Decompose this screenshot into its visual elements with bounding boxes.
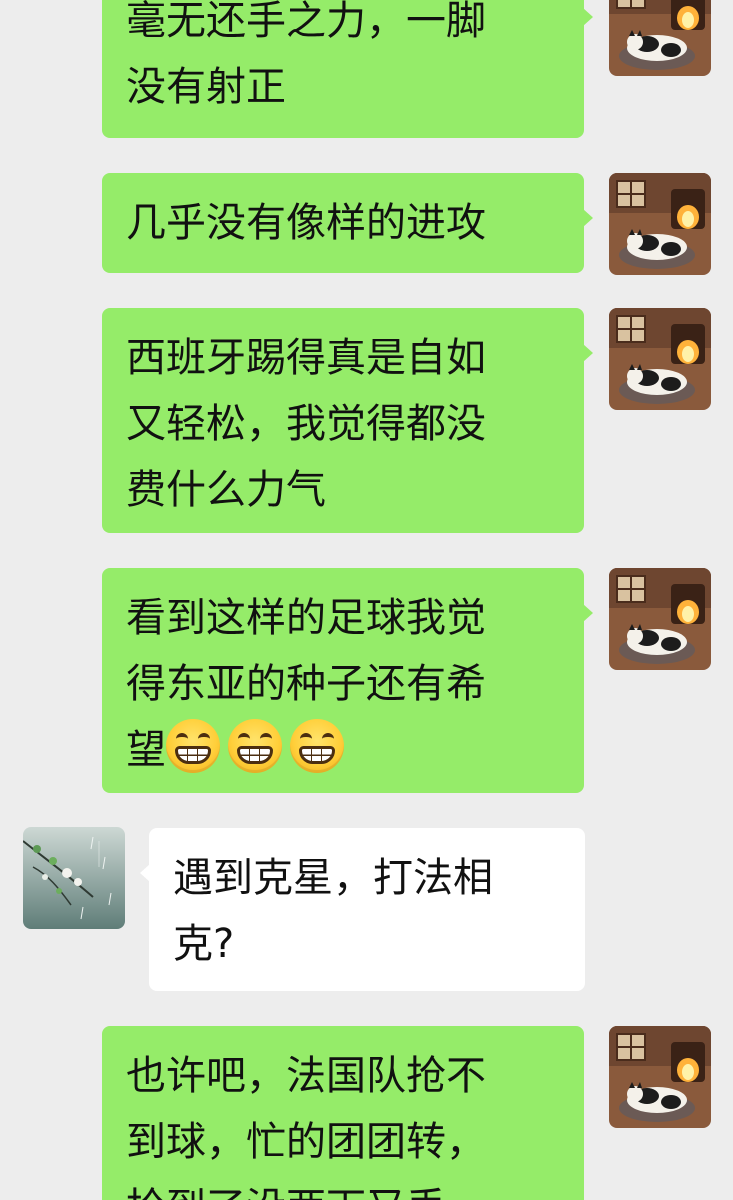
my-avatar[interactable] [609, 1026, 711, 1128]
message-text: 得东亚的种子还有希 [126, 661, 486, 707]
message-bubble-sent[interactable]: 看到这样的足球我觉 得东亚的种子还有希 望 [102, 568, 593, 793]
message-line-with-emoji: 望 [126, 717, 560, 783]
my-avatar[interactable] [609, 173, 711, 275]
contact-avatar[interactable] [23, 827, 125, 929]
message-text: 克? [173, 921, 235, 967]
message-text: 费什么力气 [126, 467, 326, 513]
message-text: 几乎没有像样的进攻 [126, 200, 486, 246]
message-bubble-sent[interactable]: 几乎没有像样的进攻 [102, 173, 593, 273]
message-text: 又轻松，我觉得都没 [126, 401, 486, 447]
message-text: 看到这样的足球我觉 [126, 595, 486, 641]
cat-by-fireplace-avatar [609, 0, 711, 76]
message-text: 到球，忙的团团转， [126, 1119, 486, 1165]
message-bubble-sent[interactable]: 也许吧，法国队抢不 到球，忙的团团转， 抢到了没两下又丢 [102, 1026, 584, 1200]
cat-by-fireplace-avatar [609, 308, 711, 410]
message-bubble-received[interactable]: 遇到克星，打法相 克? [140, 828, 585, 991]
chat-message-list[interactable]: 毫无还手之力，一脚 没有射正 几乎没有像样的进攻 西班牙踢得真是自如 又轻松，我… [0, 0, 733, 1200]
message-bubble-sent[interactable]: 毫无还手之力，一脚 没有射正 [102, 0, 593, 138]
grinning-face-icon [228, 719, 282, 773]
grinning-face-icon [290, 719, 344, 773]
my-avatar[interactable] [609, 568, 711, 670]
my-avatar[interactable] [609, 308, 711, 410]
message-bubble-sent[interactable]: 西班牙踢得真是自如 又轻松，我觉得都没 费什么力气 [102, 308, 593, 533]
my-avatar[interactable] [609, 0, 711, 76]
grinning-face-icon [166, 719, 220, 773]
message-text: 西班牙踢得真是自如 [126, 335, 486, 381]
rainy-branch-avatar [23, 827, 125, 929]
message-text: 抢到了没两下又丢 [126, 1175, 560, 1200]
message-text: 遇到克星，打法相 [173, 855, 493, 901]
message-text: 望 [126, 727, 166, 773]
cat-by-fireplace-avatar [609, 568, 711, 670]
message-text: 也许吧，法国队抢不 [126, 1053, 486, 1099]
cat-by-fireplace-avatar [609, 173, 711, 275]
cat-by-fireplace-avatar [609, 1026, 711, 1128]
message-text: 毫无还手之力，一脚 [126, 0, 486, 44]
message-text: 没有射正 [126, 64, 286, 110]
